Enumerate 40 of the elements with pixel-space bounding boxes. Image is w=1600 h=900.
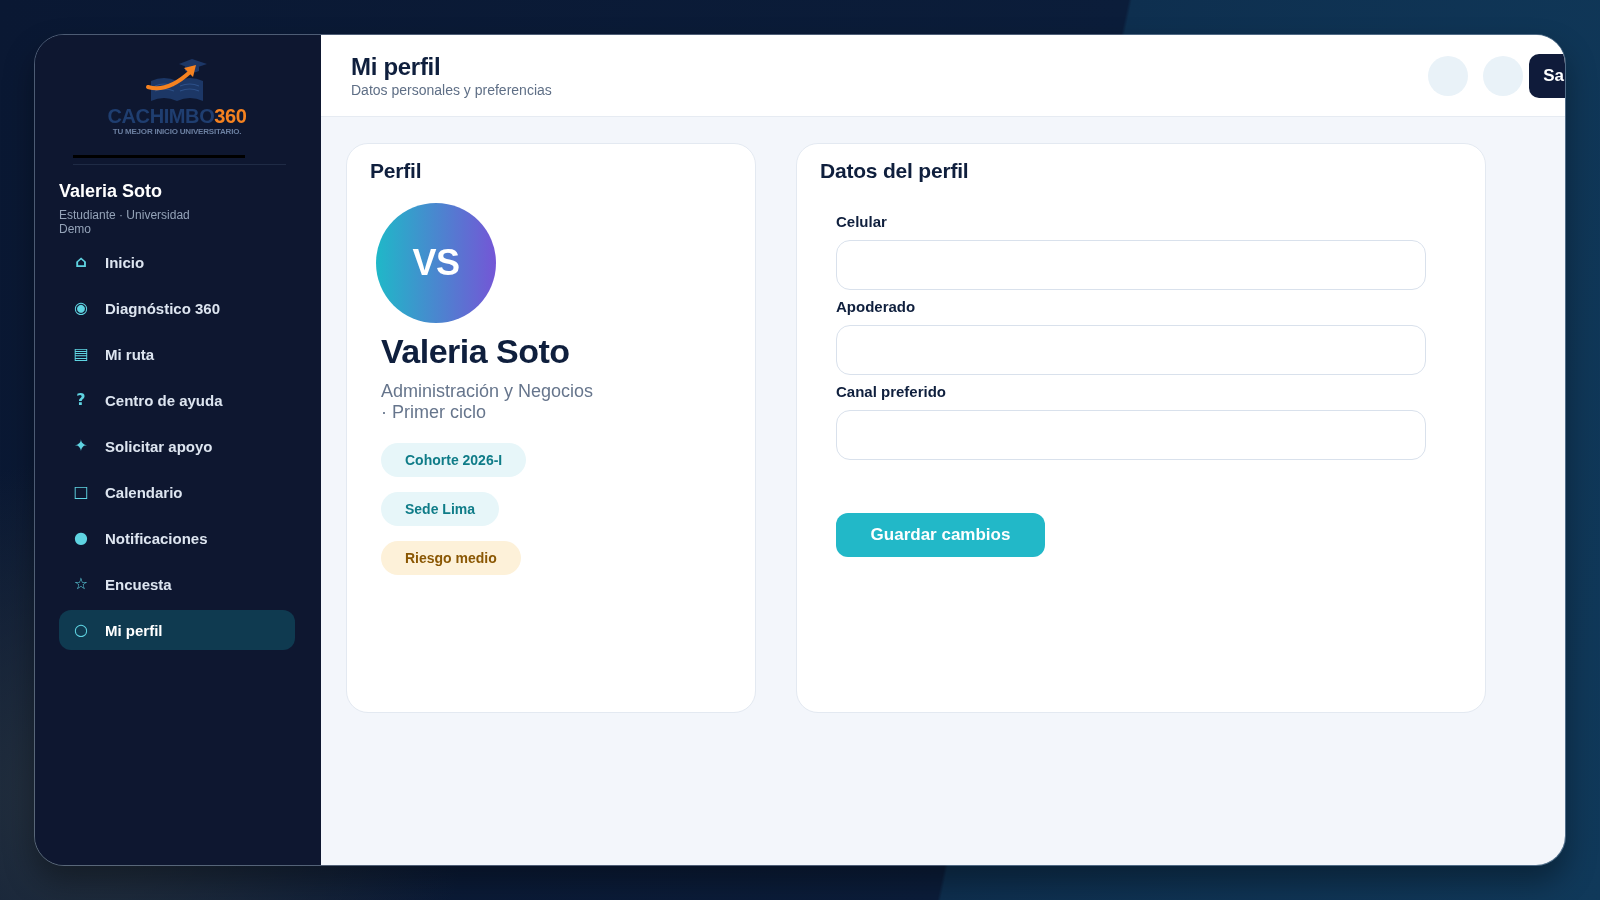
- list-icon: ▤: [73, 346, 89, 362]
- nav-item[interactable]: ● Notificaciones: [59, 518, 295, 558]
- question-icon: ?: [73, 392, 89, 408]
- target-icon: ◉: [73, 300, 89, 316]
- header-button[interactable]: Sa: [1529, 53, 1565, 98]
- user-name: Valeria Soto: [59, 180, 163, 202]
- page-subtitle: Datos personales y preferencias: [351, 81, 552, 99]
- logo-wordmark: CACHIMBO360: [107, 106, 247, 126]
- profile-name: Valeria Soto: [381, 331, 571, 371]
- home-icon: ⌂: [73, 254, 89, 270]
- input-field[interactable]: [836, 325, 1426, 375]
- profile-tag: Cohorte 2026-I: [381, 443, 527, 477]
- nav-item[interactable]: ? Centro de ayuda: [59, 380, 295, 420]
- book-logo-icon: [145, 57, 209, 103]
- input-field[interactable]: [836, 240, 1426, 290]
- field-label: Apoderado: [836, 298, 917, 316]
- star-icon: ☆: [73, 576, 89, 592]
- profile-program: Administración y Negocios · Primer ciclo: [381, 381, 595, 423]
- nav-item[interactable]: ▤ Mi ruta: [59, 334, 295, 374]
- card-title: Datos del perfil: [820, 158, 970, 184]
- nav-item[interactable]: ☆ Encuesta: [59, 564, 295, 604]
- square-icon: □: [73, 484, 89, 500]
- nav-item[interactable]: ○ Mi perfil: [59, 610, 295, 650]
- nav-item[interactable]: ◉ Diagnóstico 360: [59, 288, 295, 328]
- page-title: Mi perfil: [351, 52, 442, 80]
- nav-item[interactable]: □ Calendario: [59, 472, 295, 512]
- nav-item[interactable]: ⌂ Inicio: [59, 242, 295, 282]
- sparkle-icon: ✦: [73, 438, 89, 454]
- initials-avatar: VS: [376, 203, 496, 323]
- field-label: Celular: [836, 213, 888, 231]
- field-label: Canal preferido: [836, 383, 948, 401]
- profile-tag: Sede Lima: [381, 492, 500, 526]
- card-title: Perfil: [370, 158, 423, 184]
- logo-tagline: TU MEJOR INICIO UNIVERSITARIO.: [112, 127, 242, 136]
- dot-icon: ●: [73, 530, 89, 546]
- input-field[interactable]: [836, 410, 1426, 460]
- ring-icon: ○: [73, 622, 89, 638]
- nav-item[interactable]: ✦ Solicitar apoyo: [59, 426, 295, 466]
- profile-tag: Riesgo medio: [381, 541, 521, 575]
- user-role: Estudiante · Universidad Demo: [59, 208, 191, 236]
